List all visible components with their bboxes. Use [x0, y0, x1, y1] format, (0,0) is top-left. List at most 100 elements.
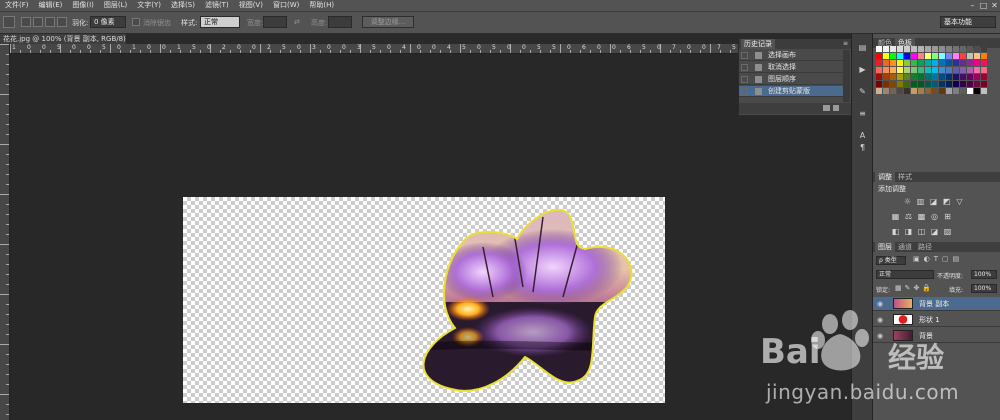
visibility-eye-icon[interactable]: ◉: [877, 300, 885, 308]
color-swatch[interactable]: [953, 67, 959, 73]
color-swatch[interactable]: [932, 60, 938, 66]
add-selection-icon[interactable]: [33, 17, 43, 27]
color-swatch[interactable]: [967, 74, 973, 80]
color-swatch[interactable]: [974, 60, 980, 66]
color-swatch[interactable]: [932, 74, 938, 80]
maximize-button[interactable]: □: [978, 0, 989, 11]
color-swatch[interactable]: [981, 74, 987, 80]
tab-paths[interactable]: 路径: [915, 242, 935, 252]
panel-menu-icon[interactable]: ≡: [843, 39, 848, 49]
color-swatch[interactable]: [946, 46, 952, 52]
color-swatch[interactable]: [974, 81, 980, 87]
adjustment-icon[interactable]: ▦: [891, 213, 900, 221]
color-swatch[interactable]: [925, 67, 931, 73]
color-swatch[interactable]: [876, 53, 882, 59]
menu-item[interactable]: 文字(Y): [132, 0, 166, 11]
color-swatch[interactable]: [932, 81, 938, 87]
color-swatch[interactable]: [925, 74, 931, 80]
color-swatch[interactable]: [911, 81, 917, 87]
color-swatch[interactable]: [939, 60, 945, 66]
opacity-input[interactable]: 100%: [971, 270, 997, 279]
color-swatch[interactable]: [960, 67, 966, 73]
color-swatch[interactable]: [981, 46, 987, 52]
color-swatch[interactable]: [904, 74, 910, 80]
history-item[interactable]: 创建剪贴蒙版: [739, 86, 843, 97]
layer-kind-filter[interactable]: ρ 类型: [876, 256, 906, 265]
color-swatch[interactable]: [918, 74, 924, 80]
color-swatch[interactable]: [960, 53, 966, 59]
color-swatch[interactable]: [904, 88, 910, 94]
adjustment-icon[interactable]: ◫: [917, 228, 926, 236]
color-swatch[interactable]: [967, 46, 973, 52]
history-source-checkbox[interactable]: [741, 52, 748, 59]
color-swatch[interactable]: [925, 53, 931, 59]
color-swatch[interactable]: [890, 60, 896, 66]
color-swatch[interactable]: [918, 81, 924, 87]
color-swatch[interactable]: [925, 81, 931, 87]
tab-layers[interactable]: 图层: [875, 242, 895, 252]
color-swatch[interactable]: [939, 53, 945, 59]
menu-item[interactable]: 文件(F): [0, 0, 34, 11]
refine-edge-button[interactable]: 调整边缘...: [362, 16, 414, 28]
color-swatch[interactable]: [925, 46, 931, 52]
color-swatch[interactable]: [981, 53, 987, 59]
fill-input[interactable]: 100%: [971, 284, 997, 293]
color-swatch[interactable]: [960, 81, 966, 87]
color-swatch[interactable]: [904, 60, 910, 66]
color-swatch[interactable]: [876, 46, 882, 52]
new-selection-icon[interactable]: [21, 17, 31, 27]
color-swatch[interactable]: [918, 88, 924, 94]
color-swatch[interactable]: [953, 60, 959, 66]
width-input[interactable]: [263, 16, 287, 28]
color-swatch[interactable]: [883, 74, 889, 80]
color-swatch[interactable]: [967, 81, 973, 87]
color-swatch[interactable]: [883, 67, 889, 73]
color-swatch[interactable]: [876, 81, 882, 87]
adjustment-icon[interactable]: ▥: [916, 198, 925, 206]
adjustment-icon[interactable]: ◎: [930, 213, 939, 221]
color-swatch[interactable]: [883, 60, 889, 66]
history-icon[interactable]: ▤: [856, 42, 869, 53]
color-swatch[interactable]: [876, 88, 882, 94]
swap-icon[interactable]: ⇄: [294, 18, 300, 26]
color-swatch[interactable]: [904, 53, 910, 59]
workspace-select[interactable]: 基本功能: [940, 16, 996, 28]
color-swatch[interactable]: [911, 67, 917, 73]
color-swatch[interactable]: [897, 60, 903, 66]
color-swatch[interactable]: [967, 67, 973, 73]
color-swatch[interactable]: [939, 88, 945, 94]
color-swatch[interactable]: [918, 46, 924, 52]
adjustment-icon[interactable]: ▽: [955, 198, 964, 206]
color-swatch[interactable]: [925, 60, 931, 66]
color-swatch[interactable]: [960, 46, 966, 52]
delete-icon[interactable]: [833, 105, 839, 111]
menu-item[interactable]: 窗口(W): [268, 0, 304, 11]
adjustment-icon[interactable]: ◩: [942, 198, 951, 206]
color-swatch[interactable]: [890, 53, 896, 59]
blend-mode-select[interactable]: 正常: [876, 270, 934, 279]
color-swatch[interactable]: [981, 67, 987, 73]
color-swatch[interactable]: [897, 67, 903, 73]
color-swatch[interactable]: [897, 81, 903, 87]
color-swatch[interactable]: [939, 67, 945, 73]
color-swatch[interactable]: [946, 67, 952, 73]
tool-preset-icon[interactable]: [3, 16, 15, 28]
paragraph-icon[interactable]: ¶: [856, 142, 869, 153]
color-swatch[interactable]: [974, 53, 980, 59]
new-snapshot-icon[interactable]: [823, 105, 830, 111]
color-swatch[interactable]: [960, 88, 966, 94]
color-swatch[interactable]: [897, 53, 903, 59]
adjustment-icon[interactable]: ☼: [903, 198, 912, 206]
color-swatch[interactable]: [904, 67, 910, 73]
color-swatch[interactable]: [883, 88, 889, 94]
color-swatch[interactable]: [974, 74, 980, 80]
history-source-checkbox[interactable]: [741, 64, 748, 71]
color-swatch[interactable]: [981, 81, 987, 87]
lock-icons[interactable]: ▦✎✥🔒: [895, 284, 934, 292]
color-swatch[interactable]: [953, 81, 959, 87]
color-swatch[interactable]: [953, 53, 959, 59]
color-swatch[interactable]: [911, 74, 917, 80]
color-swatch[interactable]: [981, 60, 987, 66]
color-swatch[interactable]: [967, 88, 973, 94]
tab-channels[interactable]: 通道: [895, 242, 915, 252]
